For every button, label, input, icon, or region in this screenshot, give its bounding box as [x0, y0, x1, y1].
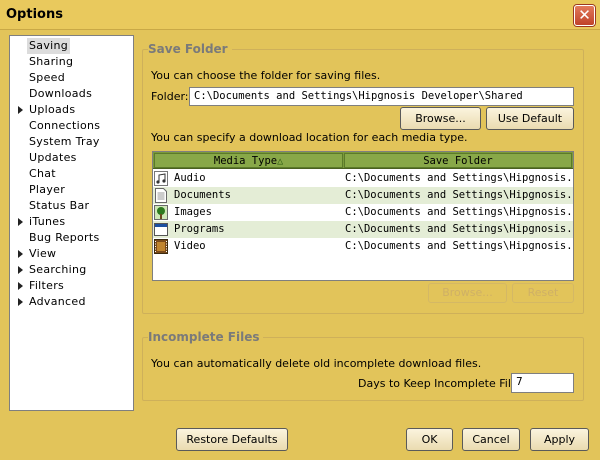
nav-item-label: System Tray	[29, 135, 100, 148]
expand-arrow-icon[interactable]	[18, 218, 23, 226]
table-header: Media Type△ Save Folder	[153, 152, 573, 169]
restore-defaults-button[interactable]: Restore Defaults	[176, 428, 288, 451]
nav-item-updates[interactable]: Updates	[10, 150, 130, 166]
nav-item-label: Advanced	[29, 295, 86, 308]
browse-button[interactable]: Browse...	[400, 107, 481, 130]
cancel-button[interactable]: Cancel	[462, 428, 520, 451]
options-nav-tree[interactable]: Saving Sharing Speed Downloads Uploads Connec…	[9, 35, 134, 411]
save-folder-cell: C:\Documents and Settings\Hipgnosis...	[345, 206, 571, 218]
nav-item-label: Status Bar	[29, 199, 90, 212]
media-type-cell: Audio	[174, 172, 206, 184]
sort-ascending-icon: △	[277, 156, 284, 167]
nav-item-label: Connections	[29, 119, 101, 132]
use-default-button[interactable]: Use Default	[486, 107, 574, 130]
column-header-media-type[interactable]: Media Type△	[154, 153, 343, 168]
nav-item-downloads[interactable]: Downloads	[10, 86, 130, 102]
nav-item-filters[interactable]: Filters	[10, 278, 130, 294]
save-folder-title: Save Folder	[148, 42, 232, 56]
nav-item-speed[interactable]: Speed	[10, 70, 130, 86]
nav-item-label: Sharing	[29, 55, 74, 68]
nav-item-searching[interactable]: Searching	[10, 262, 130, 278]
apply-button[interactable]: Apply	[530, 428, 589, 451]
nav-item-label: Updates	[29, 151, 77, 164]
nav-item-label: iTunes	[29, 215, 66, 228]
save-folder-intro: You can choose the folder for saving fil…	[151, 69, 381, 82]
nav-item-label: Player	[29, 183, 66, 196]
media-type-column-label: Media Type	[213, 155, 278, 167]
nav-item-label: Chat	[29, 167, 56, 180]
nav-item-saving[interactable]: Saving	[10, 38, 130, 54]
nav-item-label: Searching	[29, 263, 87, 276]
incomplete-files-title: Incomplete Files	[148, 330, 264, 344]
nav-item-status-bar[interactable]: Status Bar	[10, 198, 130, 214]
folder-path-field[interactable]: C:\Documents and Settings\Hipgnosis Deve…	[189, 87, 574, 106]
folder-label: Folder:	[151, 90, 189, 103]
expand-arrow-icon[interactable]	[18, 106, 23, 114]
nav-item-label: Uploads	[29, 103, 76, 116]
incomplete-intro: You can automatically delete old incompl…	[151, 357, 482, 370]
video-icon	[154, 239, 168, 254]
days-label: Days to Keep Incomplete Files:	[358, 377, 528, 390]
media-type-intro: You can specify a download location for …	[151, 131, 468, 144]
nav-item-label: Saving	[27, 38, 71, 54]
table-row[interactable]: Documents C:\Documents and Settings\Hipgn…	[153, 187, 573, 204]
media-type-cell: Images	[174, 206, 212, 218]
nav-item-bug-reports[interactable]: Bug Reports	[10, 230, 130, 246]
row-reset-button[interactable]: Reset	[512, 283, 574, 303]
media-type-cell: Video	[174, 240, 206, 252]
nav-item-view[interactable]: View	[10, 246, 130, 262]
nav-item-label: View	[29, 247, 57, 260]
table-row[interactable]: Audio C:\Documents and Settings\Hipgnosis…	[153, 170, 573, 187]
media-type-table: Media Type△ Save Folder Audio C:\Document…	[152, 151, 574, 281]
title-bar: Options ✕	[0, 0, 600, 30]
nav-item-system-tray[interactable]: System Tray	[10, 134, 130, 150]
nav-item-label: Speed	[29, 71, 65, 84]
document-icon	[154, 188, 168, 203]
expand-arrow-icon[interactable]	[18, 250, 23, 258]
table-row[interactable]: Images C:\Documents and Settings\Hipgnosi…	[153, 204, 573, 221]
nav-item-player[interactable]: Player	[10, 182, 130, 198]
close-button[interactable]: ✕	[574, 5, 595, 26]
nav-item-uploads[interactable]: Uploads	[10, 102, 130, 118]
table-row[interactable]: Video C:\Documents and Settings\Hipgnosis…	[153, 238, 573, 255]
save-folder-cell: C:\Documents and Settings\Hipgnosis...	[345, 172, 571, 184]
media-type-cell: Programs	[174, 223, 225, 235]
nav-item-sharing[interactable]: Sharing	[10, 54, 130, 70]
nav-item-label: Bug Reports	[29, 231, 100, 244]
ok-button[interactable]: OK	[406, 428, 453, 451]
table-row[interactable]: Programs C:\Documents and Settings\Hipgno…	[153, 221, 573, 238]
expand-arrow-icon[interactable]	[18, 266, 23, 274]
save-folder-cell: C:\Documents and Settings\Hipgnosis...	[345, 240, 571, 252]
nav-item-label: Filters	[29, 279, 65, 292]
close-icon: ✕	[578, 6, 591, 24]
nav-item-label: Downloads	[29, 87, 93, 100]
save-folder-cell: C:\Documents and Settings\Hipgnosis...	[345, 223, 571, 235]
save-folder-cell: C:\Documents and Settings\Hipgnosis...	[345, 189, 571, 201]
nav-item-chat[interactable]: Chat	[10, 166, 130, 182]
program-icon	[154, 222, 168, 237]
expand-arrow-icon[interactable]	[18, 282, 23, 290]
nav-item-connections[interactable]: Connections	[10, 118, 130, 134]
nav-item-advanced[interactable]: Advanced	[10, 294, 130, 310]
image-icon	[154, 205, 168, 220]
row-browse-button[interactable]: Browse...	[428, 283, 507, 303]
nav-item-itunes[interactable]: iTunes	[10, 214, 130, 230]
media-type-cell: Documents	[174, 189, 231, 201]
window-title: Options	[6, 7, 63, 22]
column-header-save-folder[interactable]: Save Folder	[344, 153, 572, 168]
audio-icon	[154, 171, 168, 186]
expand-arrow-icon[interactable]	[18, 298, 23, 306]
days-to-keep-field[interactable]: 7	[511, 373, 574, 393]
